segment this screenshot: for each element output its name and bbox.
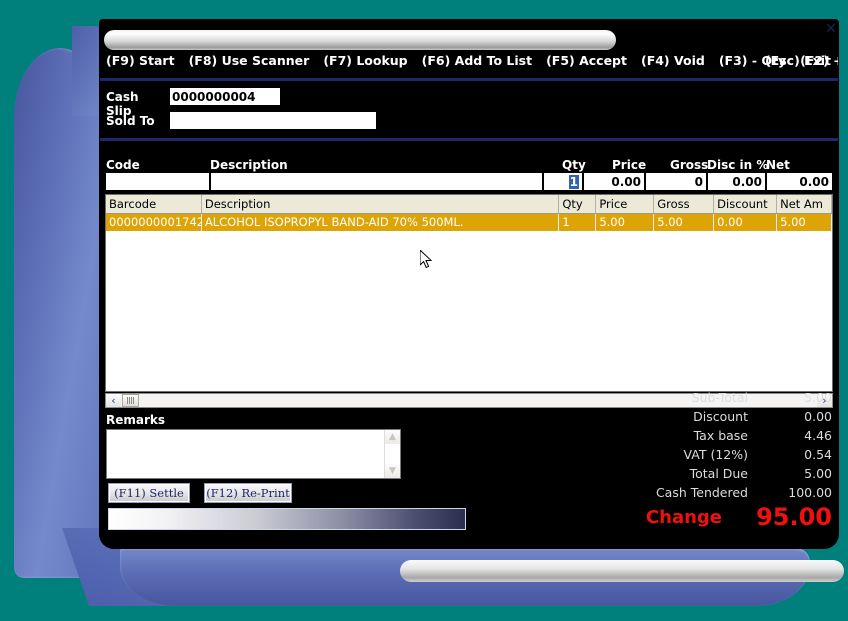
grid-col-qty[interactable]: Qty — [559, 195, 597, 213]
entry-input-row: 1 — [100, 172, 838, 191]
total-row-cash-tendered: Cash Tendered 100.00 — [530, 483, 832, 502]
total-row-taxbase: Tax base 4.46 — [530, 426, 832, 445]
entry-header-code: Code — [106, 158, 140, 172]
cash-tendered-label: Cash Tendered — [655, 485, 748, 500]
code-input[interactable] — [105, 172, 210, 191]
cash-slip-row: Cash Slip — [106, 88, 506, 118]
totaldue-value: 5.00 — [804, 466, 832, 481]
grid-header-row: Barcode Description Qty Price Gross Disc… — [106, 195, 832, 214]
remarks-input[interactable] — [107, 430, 384, 478]
total-row-totaldue: Total Due 5.00 — [530, 464, 832, 483]
grid-col-barcode[interactable]: Barcode — [106, 195, 202, 213]
qty-input-value: 1 — [568, 174, 579, 189]
cell-gross: 5.00 — [654, 214, 715, 231]
vat-value: 0.54 — [804, 447, 832, 462]
description-input[interactable] — [210, 172, 543, 191]
discount-percent-input[interactable] — [707, 172, 766, 191]
cash-slip-input[interactable] — [170, 88, 280, 105]
total-row-subtotal: Sub-Total 5.00 — [530, 388, 832, 407]
scroll-up-icon[interactable]: ▲ — [385, 430, 400, 444]
net-amount-input[interactable] — [766, 172, 833, 191]
remarks-scrollbar[interactable]: ▲ ▼ — [384, 430, 400, 478]
desktop-background: (F9) Start (F8) Use Scanner (F7) Lookup (F6… — [0, 0, 848, 621]
grid-col-net[interactable]: Net Am — [777, 195, 832, 213]
cash-tendered-value: 100.00 — [788, 485, 832, 500]
grid-col-gross[interactable]: Gross — [654, 195, 715, 213]
skin-left-panel — [14, 48, 106, 578]
remarks-box[interactable]: ▲ ▼ — [106, 429, 401, 479]
menu-lookup[interactable]: (F7) Lookup — [323, 53, 407, 68]
scroll-down-icon[interactable]: ▼ — [385, 464, 400, 478]
header-divider — [100, 138, 838, 141]
cell-qty: 1 — [559, 214, 597, 231]
window-bottombar — [400, 560, 844, 582]
remarks-label: Remarks — [106, 413, 166, 427]
entry-header-qty: Qty — [562, 158, 586, 172]
close-icon[interactable]: ✕ — [822, 20, 840, 38]
total-row-discount: Discount 0.00 — [530, 407, 832, 426]
total-row-change: Change 95.00 — [530, 502, 832, 532]
cell-net: 5.00 — [777, 214, 832, 231]
vat-label: VAT (12%) — [683, 447, 748, 462]
grid-col-description[interactable]: Description — [202, 195, 560, 213]
entry-header-price: Price — [612, 158, 647, 172]
grid-col-price[interactable]: Price — [596, 195, 655, 213]
reprint-button[interactable]: (F12) Re-Print — [204, 483, 292, 503]
subtotal-label: Sub-Total — [691, 390, 748, 405]
taxbase-value: 4.46 — [804, 428, 832, 443]
change-value: 95.00 — [756, 503, 832, 531]
grid-col-discount[interactable]: Discount — [714, 195, 778, 213]
menu-accept[interactable]: (F5) Accept — [546, 53, 627, 68]
discount-label: Discount — [693, 409, 748, 424]
sold-to-label: Sold To — [106, 114, 155, 128]
thumb-grip-icon — [127, 397, 134, 404]
table-row[interactable]: 0000000001742 ALCOHOL ISOPROPYL BAND-AID… — [106, 214, 832, 231]
discount-value: 0.00 — [804, 409, 832, 424]
menu-start[interactable]: (F9) Start — [106, 53, 175, 68]
status-progress-bar — [108, 508, 466, 530]
taxbase-label: Tax base — [693, 428, 748, 443]
cell-price: 5.00 — [596, 214, 655, 231]
menubar-divider — [100, 78, 838, 81]
sold-to-row: Sold To — [106, 112, 506, 131]
entry-header-gross: Gross — [670, 158, 709, 172]
header-fields: Cash Slip Sold To — [100, 84, 838, 136]
settle-button[interactable]: (F11) Settle — [108, 483, 190, 503]
gross-input[interactable] — [645, 172, 707, 191]
menu-use-scanner[interactable]: (F8) Use Scanner — [189, 53, 310, 68]
price-input[interactable] — [583, 172, 645, 191]
menu-exit[interactable]: (Esc) Exit — [765, 53, 831, 68]
cell-discount: 0.00 — [714, 214, 778, 231]
window-titlebar[interactable] — [104, 30, 616, 50]
cell-barcode: 0000000001742 — [106, 214, 202, 231]
function-key-menubar: (F9) Start (F8) Use Scanner (F7) Lookup (F6… — [100, 53, 838, 77]
scrollbar-thumb[interactable] — [122, 394, 139, 407]
menu-add-to-list[interactable]: (F6) Add To List — [422, 53, 532, 68]
entry-header-description: Description — [210, 158, 288, 172]
entry-header-disc: Disc in % — [707, 158, 769, 172]
cell-description: ALCOHOL ISOPROPYL BAND-AID 70% 500ML. — [202, 214, 560, 231]
sold-to-input[interactable] — [170, 112, 376, 129]
change-label: Change — [645, 506, 722, 528]
total-row-vat: VAT (12%) 0.54 — [530, 445, 832, 464]
scroll-left-icon[interactable]: ‹ — [106, 394, 121, 407]
totals-panel: Sub-Total 5.00 Discount 0.00 Tax base 4.… — [530, 388, 832, 532]
menu-void[interactable]: (F4) Void — [641, 53, 705, 68]
line-items-grid[interactable]: Barcode Description Qty Price Gross Disc… — [105, 194, 833, 392]
totaldue-label: Total Due — [689, 466, 748, 481]
subtotal-value: 5.00 — [804, 390, 832, 405]
pos-application-window: (F9) Start (F8) Use Scanner (F7) Lookup (F6… — [100, 20, 838, 548]
qty-input[interactable]: 1 — [543, 172, 583, 191]
